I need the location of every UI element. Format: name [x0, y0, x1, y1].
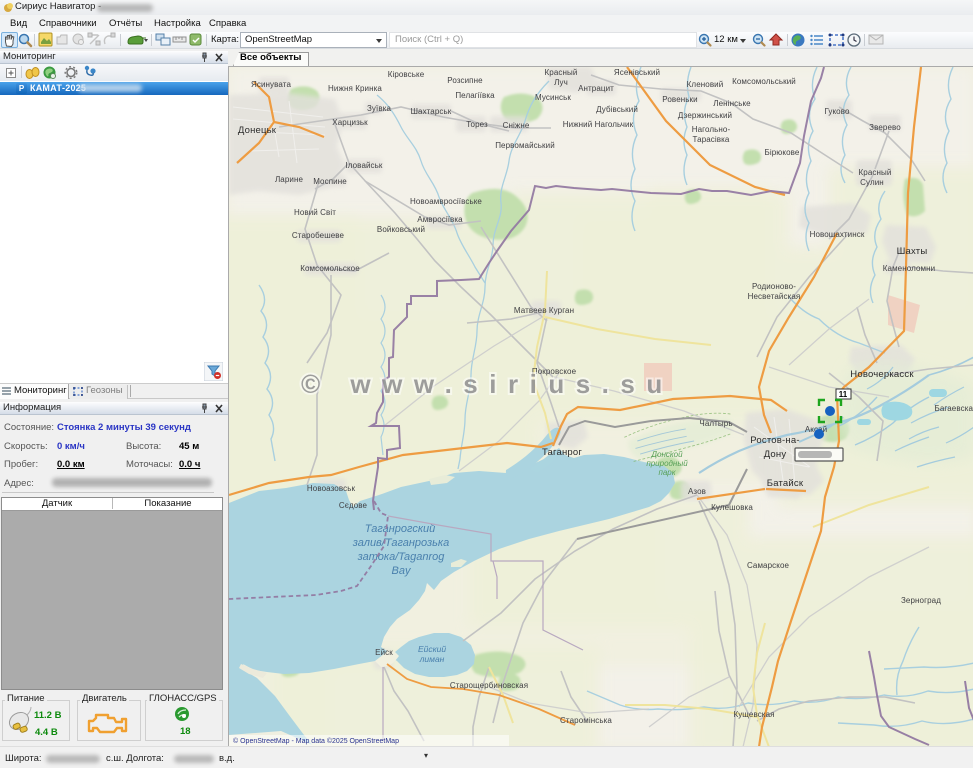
svg-text:Ростов-на-: Ростов-на- [750, 435, 799, 446]
svg-text:Кіровське: Кіровське [388, 70, 425, 79]
svg-text:Каменоломни: Каменоломни [883, 264, 935, 273]
svg-text:Шахты: Шахты [897, 246, 928, 257]
svg-text:Шахтарськ: Шахтарськ [411, 107, 452, 116]
svg-text:Бірюкове: Бірюкове [765, 148, 800, 157]
svg-text:парк: парк [658, 468, 676, 477]
svg-text:Дубівський: Дубівський [596, 105, 638, 114]
svg-text:Азов: Азов [688, 487, 706, 496]
svg-text:залив/Таганрозька: залив/Таганрозька [352, 537, 450, 549]
svg-text:Дзержинський: Дзержинський [678, 111, 732, 120]
svg-text:Зерноград: Зерноград [901, 596, 941, 605]
svg-text:11: 11 [839, 390, 848, 399]
svg-text:Новоазовськ: Новоазовськ [307, 484, 356, 493]
svg-text:Красный: Красный [545, 68, 578, 77]
svg-text:Нагольно-: Нагольно- [692, 125, 731, 134]
svg-text:Нижня Кринка: Нижня Кринка [328, 84, 382, 93]
svg-text:Ейск: Ейск [375, 648, 393, 657]
svg-text:Войковський: Войковський [377, 225, 425, 234]
svg-text:Старощербиновская: Старощербиновская [450, 681, 528, 690]
svg-text:Таганрогский: Таганрогский [365, 523, 436, 535]
svg-text:Сєдове: Сєдове [339, 501, 368, 510]
svg-text:Антрацит: Антрацит [578, 84, 614, 93]
svg-text:Несветайская: Несветайская [748, 292, 801, 301]
svg-text:Ейский: Ейский [418, 644, 446, 654]
svg-text:Таганрог: Таганрог [542, 447, 582, 458]
svg-text:Ленінське: Ленінське [713, 99, 751, 108]
svg-text:Новошахтинск: Новошахтинск [810, 230, 865, 239]
svg-text:Зуївка: Зуївка [367, 104, 391, 113]
svg-text:Чалтырь: Чалтырь [699, 419, 732, 428]
svg-text:Красный: Красный [859, 168, 892, 177]
svg-text:природный: природный [646, 459, 688, 468]
svg-text:Багаевская: Багаевская [935, 404, 973, 413]
svg-text:Розсипне: Розсипне [447, 76, 483, 85]
svg-text:Новий Світ: Новий Світ [294, 208, 336, 217]
svg-text:Торез: Торез [466, 120, 488, 129]
svg-text:Мусинськ: Мусинськ [535, 93, 571, 102]
svg-text:Луч: Луч [554, 78, 568, 87]
svg-text:Донецьк: Донецьк [238, 125, 277, 136]
svg-text:Кленовий: Кленовий [687, 80, 724, 89]
svg-text:Донской: Донской [650, 450, 683, 459]
svg-text:Старобешеве: Старобешеве [292, 231, 345, 240]
svg-text:Дону: Дону [764, 449, 787, 460]
svg-text:Пелагіївка: Пелагіївка [455, 91, 495, 100]
svg-text:Моспине: Моспине [313, 177, 347, 186]
svg-text:лиман: лиман [419, 654, 445, 664]
svg-text:Батайск: Батайск [767, 478, 804, 489]
svg-text:Старомінська: Старомінська [560, 716, 612, 725]
svg-text:Амвросіївка: Амвросіївка [417, 215, 463, 224]
svg-text:Bay: Bay [392, 565, 412, 577]
svg-text:Нижний Нагольчик: Нижний Нагольчик [563, 120, 634, 129]
svg-text:Сулин: Сулин [860, 178, 884, 187]
svg-text:Родионово-: Родионово- [752, 282, 796, 291]
svg-text:затока/Taganrog: затока/Taganrog [357, 551, 446, 563]
svg-text:© OpenStreetMap - Map data ©20: © OpenStreetMap - Map data ©2025 OpenStr… [233, 737, 399, 745]
svg-text:Гуково: Гуково [824, 107, 849, 116]
svg-text:Новочеркасск: Новочеркасск [850, 369, 914, 380]
svg-text:Ясенівський: Ясенівський [614, 68, 660, 77]
svg-text:Самарское: Самарское [747, 561, 790, 570]
svg-text:Сніжне: Сніжне [503, 121, 530, 130]
svg-text:Кущевская: Кущевская [733, 710, 774, 719]
svg-text:Кулешовка: Кулешовка [711, 503, 753, 512]
svg-text:Ровеньки: Ровеньки [662, 95, 697, 104]
svg-text:Новоамвросіївське: Новоамвросіївське [410, 197, 482, 206]
svg-text:Тарасівка: Тарасівка [693, 135, 730, 144]
svg-text:Іловайськ: Іловайськ [345, 161, 382, 170]
svg-text:© www.sirius.su: © www.sirius.su [301, 369, 674, 399]
svg-text:Первомайський: Первомайський [495, 141, 555, 150]
svg-text:Ясинувата: Ясинувата [251, 80, 291, 89]
svg-text:Зверево: Зверево [869, 123, 901, 132]
svg-text:Комсомольський: Комсомольський [732, 77, 796, 86]
svg-text:Ларине: Ларине [275, 175, 304, 184]
svg-text:Матвеев Курган: Матвеев Курган [514, 306, 574, 315]
svg-text:Харцизьк: Харцизьк [332, 118, 368, 127]
svg-text:Комсомольское: Комсомольское [300, 264, 360, 273]
